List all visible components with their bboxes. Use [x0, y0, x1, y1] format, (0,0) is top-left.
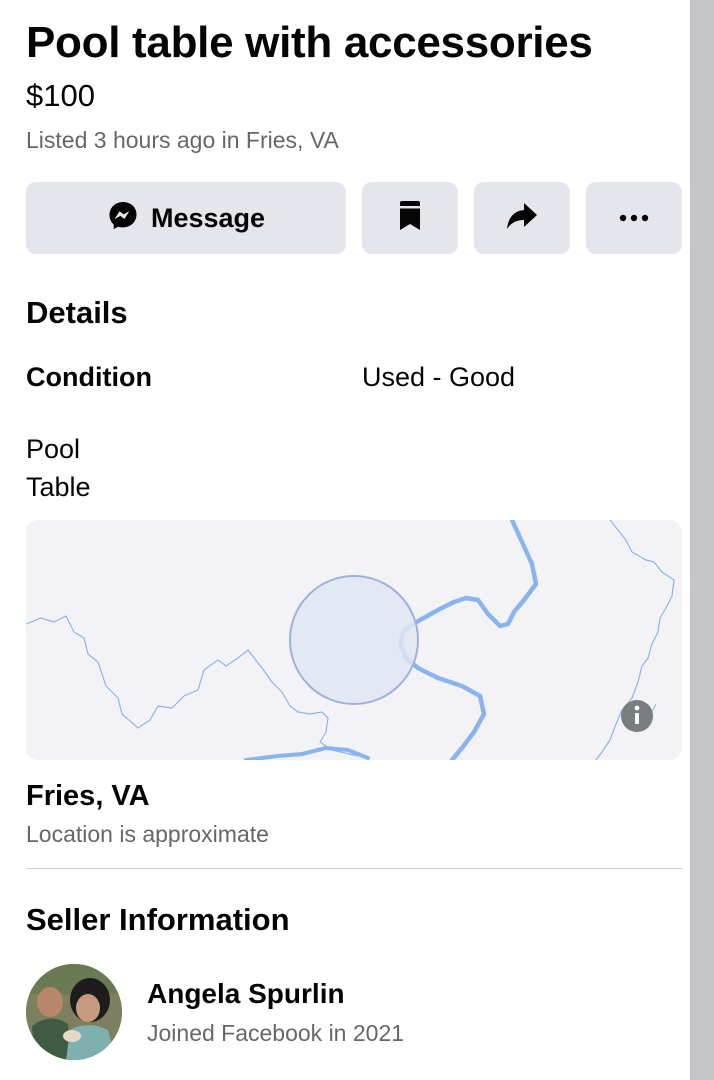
listing-title: Pool table with accessories: [26, 18, 593, 67]
save-button[interactable]: [362, 182, 458, 254]
approximate-location-circle: [289, 575, 419, 705]
messenger-icon: [107, 200, 139, 237]
listing-page: Pool table with accessories $100 Listed …: [0, 0, 714, 1080]
seller-name[interactable]: Angela Spurlin: [147, 978, 345, 1010]
section-divider: [26, 868, 682, 869]
description-line: Pool: [26, 434, 81, 464]
location-name: Fries, VA: [26, 780, 150, 812]
condition-value: Used - Good: [362, 362, 516, 392]
listing-price: $100: [26, 78, 95, 113]
location-map[interactable]: [26, 520, 682, 760]
map-info-icon: [621, 700, 653, 732]
seller-avatar[interactable]: [26, 964, 122, 1060]
share-button[interactable]: [474, 182, 570, 254]
message-button[interactable]: Message: [26, 182, 346, 254]
action-bar: Message: [26, 182, 682, 254]
listing-meta[interactable]: Listed 3 hours ago in Fries, VA: [26, 127, 339, 154]
map-river: [397, 520, 539, 760]
condition-label: Condition: [26, 362, 152, 392]
share-arrow-icon: [505, 201, 539, 236]
message-button-label: Message: [150, 202, 266, 233]
more-dots-icon: [619, 209, 649, 227]
scrollbar[interactable]: [690, 0, 714, 1080]
description-line: Table: [26, 472, 91, 502]
bookmark-icon: [398, 200, 422, 237]
location-note: Location is approximate: [26, 821, 269, 847]
listing-description: Pool Table: [26, 430, 146, 506]
seller-joined: Joined Facebook in 2021: [147, 1020, 405, 1046]
seller-heading: Seller Information: [26, 902, 290, 937]
details-heading: Details: [26, 295, 128, 330]
more-options-button[interactable]: [586, 182, 682, 254]
